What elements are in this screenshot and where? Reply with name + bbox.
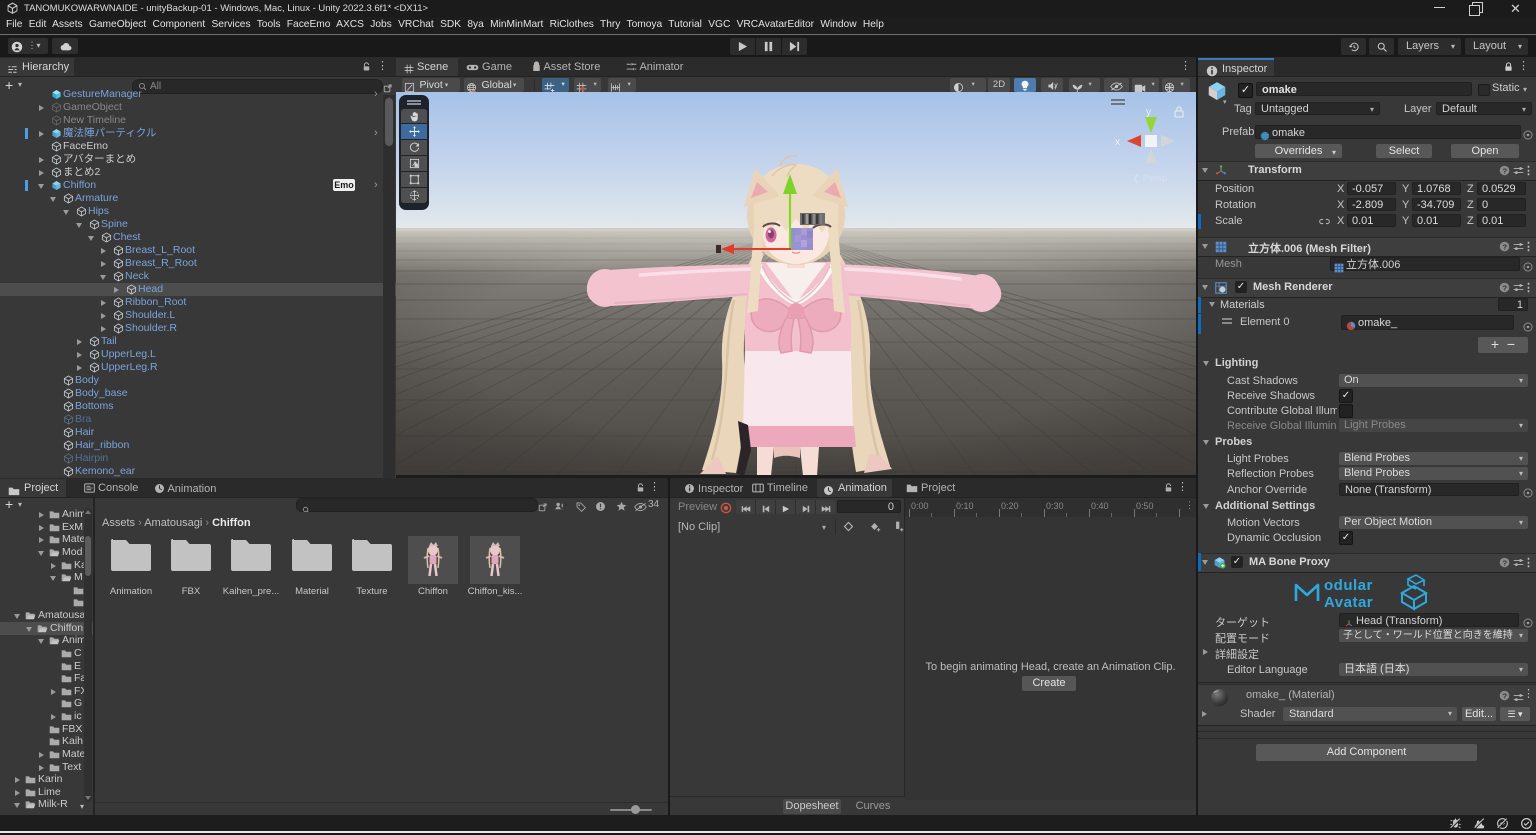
svg-text:Avatar: Avatar [1324, 594, 1373, 611]
svg-text:❮ Persp: ❮ Persp [1132, 173, 1167, 184]
svg-text:x: x [1115, 137, 1120, 148]
svg-text:?: ? [1502, 691, 1507, 700]
svg-text:?: ? [1502, 166, 1507, 175]
svg-text:odular: odular [1324, 577, 1373, 594]
svg-text:?: ? [1502, 558, 1507, 567]
svg-text:y: y [1146, 107, 1151, 118]
svg-text:?: ? [1502, 242, 1507, 251]
svg-text:?: ? [1502, 283, 1507, 292]
